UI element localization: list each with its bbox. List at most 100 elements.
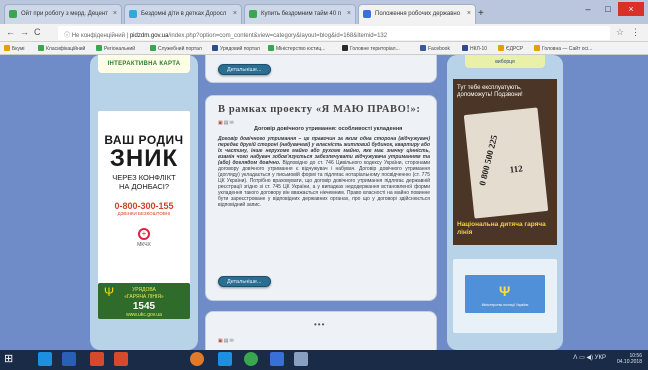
app-icon[interactable] xyxy=(114,352,128,366)
article-card: В рамках проекту «Я МАЮ ПРАВО!»: ▣▤✉ Дог… xyxy=(205,95,437,301)
bookmark-item[interactable]: Головне територіал... xyxy=(342,45,400,52)
bookmark-label: Міністерство юстиц... xyxy=(276,46,326,52)
favicon-icon xyxy=(129,10,137,18)
bookmark-icon xyxy=(534,45,540,51)
bookmark-label: Facebook xyxy=(428,46,450,52)
favicon-icon xyxy=(363,10,371,18)
article-subtitle: Договір довічного утримання: особливості… xyxy=(254,126,403,132)
new-tab-button[interactable]: + xyxy=(478,8,484,19)
bookmarks-bar: Бкумі Класифікаційний Регіональний Служе… xyxy=(0,42,648,55)
missing-relative-banner[interactable]: ВАШ РОДИЧ ЗНИК ЧЕРЕЗ КОНФЛІКТ НА ДОНБАСІ… xyxy=(98,111,190,293)
bookmark-label: Регіональний xyxy=(104,46,136,52)
tab-4-active[interactable]: Положення робочих державно × xyxy=(358,4,476,24)
favicon-icon xyxy=(249,10,257,18)
bookmark-item[interactable]: Регіональний xyxy=(96,45,135,52)
window-controls: – □ × xyxy=(578,2,644,16)
bookmark-item[interactable]: Головна — Сайт осі... xyxy=(534,45,592,52)
bookmark-item[interactable]: Міністерство юстиц... xyxy=(268,45,325,52)
chrome-icon[interactable] xyxy=(244,352,258,366)
close-tab-icon[interactable]: × xyxy=(113,10,117,17)
bookmark-item[interactable]: Facebook xyxy=(420,45,450,52)
interactive-map-button[interactable]: ІНТЕРАКТИВНА КАРТА xyxy=(98,55,190,73)
bookmark-item[interactable]: Урядовий портал xyxy=(212,45,260,52)
bookmark-item[interactable]: Бкумі xyxy=(4,45,25,52)
maximize-button[interactable]: □ xyxy=(598,2,618,16)
powerpoint-icon[interactable] xyxy=(90,352,104,366)
menu-icon[interactable]: ⋮ xyxy=(631,27,640,38)
close-tab-icon[interactable]: × xyxy=(467,10,471,17)
address-bar[interactable]: ⓘ Не конфіденційний | pidzdm.gov.ua/inde… xyxy=(58,26,610,40)
read-more-button-2[interactable]: Детальніше... xyxy=(218,276,271,287)
tab-label: Ойт при роботу з мерд. Децент xyxy=(21,11,108,17)
hotline-number: 1545 xyxy=(132,301,156,312)
ie-icon[interactable] xyxy=(38,352,52,366)
system-tray-icons[interactable]: ᐱ ▭ ◀) УКР xyxy=(573,354,606,361)
bookmark-icon xyxy=(212,45,218,51)
app-icon-2[interactable] xyxy=(294,352,308,366)
bookmark-item[interactable]: Служебний портал xyxy=(150,45,202,52)
forward-arrow-icon[interactable]: → xyxy=(20,27,29,37)
windows-start-icon[interactable]: ⊞ xyxy=(4,352,18,366)
close-tab-icon[interactable]: × xyxy=(347,10,351,17)
article-tools-2: ▣▤✉ xyxy=(218,338,235,344)
right-sidebar: виборця Тут тебе експлуатують, допоможут… xyxy=(447,55,563,350)
bookmark-item[interactable]: НКЛ-10 xyxy=(462,45,487,52)
bookmark-label: Класифікаційний xyxy=(46,46,86,52)
paper-phone: 0 800 500 225 xyxy=(477,133,500,187)
banner-line-4: НА ДОНБАСІ? xyxy=(118,182,170,191)
bookmark-item[interactable]: ЄДРСР xyxy=(498,45,523,52)
url-path: /index.php?option=com_content&view=categ… xyxy=(168,33,388,39)
minimize-button[interactable]: – xyxy=(578,2,598,16)
voter-banner-button[interactable]: виборця xyxy=(465,55,545,68)
favicon-icon xyxy=(9,10,17,18)
tab-label: Купить бездомним тайм 40 п xyxy=(261,11,342,17)
site-info-icon[interactable]: ⓘ xyxy=(64,33,70,39)
read-more-button[interactable]: Детальніше... xyxy=(218,64,271,75)
child-hotline-banner[interactable]: Тут тебе експлуатують, допоможуть! Подзв… xyxy=(453,79,557,245)
bookmark-icon xyxy=(342,45,348,51)
article-tools: ▣▤✉ xyxy=(218,120,235,126)
tab-2[interactable]: Бездомні діти в детках Доросл × xyxy=(124,4,242,24)
banner-caption: Тут тебе експлуатують, допоможуть! Подзв… xyxy=(457,85,523,98)
banner-line-2: ЗНИК xyxy=(109,145,179,172)
email-icon[interactable]: ✉ xyxy=(229,338,234,344)
paper-code: 112 xyxy=(509,163,524,175)
web-page: ІНТЕРАКТИВНА КАРТА ВАШ РОДИЧ ЗНИК ЧЕРЕЗ … xyxy=(0,55,648,350)
tab-3[interactable]: Купить бездомним тайм 40 п × xyxy=(244,4,356,24)
skype-icon[interactable] xyxy=(218,352,232,366)
bookmark-star-icon[interactable]: ☆ xyxy=(616,27,624,38)
security-label: Не конфіденційний xyxy=(71,33,125,39)
reload-icon[interactable]: C xyxy=(34,27,41,37)
clock-date: 04.10.2018 xyxy=(616,359,642,365)
email-icon[interactable]: ✉ xyxy=(229,120,234,126)
bookmark-icon xyxy=(268,45,274,51)
address-toolbar: ← → C ⓘ Не конфіденційний | pidzdm.gov.u… xyxy=(0,24,648,42)
folder-icon xyxy=(4,45,10,51)
windows-taskbar: ⊞ ᐱ ▭ ◀) УКР 10:56 04.10.2018 xyxy=(0,350,648,370)
article-title[interactable]: В рамках проекту «Я МАЮ ПРАВО!»: xyxy=(218,104,420,115)
opera-icon[interactable] xyxy=(190,352,204,366)
trident-icon: Ψ xyxy=(499,283,511,299)
close-tab-icon[interactable]: × xyxy=(233,10,237,17)
tab-label: Положення робочих державно xyxy=(375,11,461,17)
banner-org: МКЧХ xyxy=(137,242,151,248)
government-hotline-banner[interactable]: Ψ УРЯДОВА «ГАРЯЧА ЛІНІЯ» 1545 www.ukc.go… xyxy=(98,283,190,319)
tab-1[interactable]: Ойт при роботу з мерд. Децент × xyxy=(4,4,122,24)
back-arrow-icon[interactable]: ← xyxy=(6,27,15,37)
previous-article-card: Детальніше... xyxy=(205,55,437,83)
ministry-banner[interactable]: Ψ Міністерство юстиції України xyxy=(453,259,557,333)
clock[interactable]: 10:56 04.10.2018 xyxy=(617,353,642,365)
bookmark-icon xyxy=(96,45,102,51)
banner-line-3: ЧЕРЕЗ КОНФЛІКТ xyxy=(112,173,176,182)
bookmark-icon xyxy=(498,45,504,51)
main-content: Детальніше... В рамках проекту «Я МАЮ ПР… xyxy=(205,55,437,350)
paper-note: 0 800 500 225 112 xyxy=(463,107,549,219)
bookmark-icon xyxy=(38,45,44,51)
bookmark-item[interactable]: Класифікаційний xyxy=(38,45,85,52)
close-window-button[interactable]: × xyxy=(618,2,644,16)
explorer-icon[interactable] xyxy=(62,352,76,366)
ministry-caption: Міністерство юстиції України xyxy=(481,303,529,307)
hotline-site: www.ukc.gov.ua xyxy=(126,312,162,318)
trident-icon: Ψ xyxy=(104,285,115,299)
word-icon[interactable] xyxy=(270,352,284,366)
